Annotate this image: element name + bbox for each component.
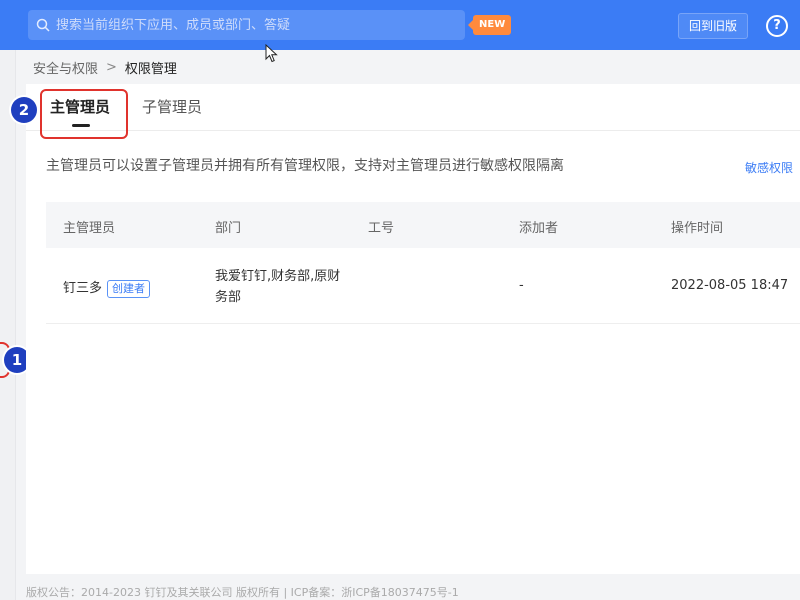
department-cell: 我爱钉钉,财务部,原财务部 — [215, 269, 341, 305]
tab-bar: 主管理员 子管理员 — [26, 84, 800, 139]
help-icon[interactable]: ? — [766, 15, 788, 37]
search-icon — [36, 18, 50, 32]
left-sidebar-edge — [0, 50, 16, 600]
breadcrumb: 安全与权限 > 权限管理 — [33, 58, 177, 77]
admin-name: 钉三多 — [63, 281, 103, 296]
main-panel: 主管理员 子管理员 主管理员可以设置子管理员并拥有所有管理权限，支持对主管理员进… — [26, 84, 800, 574]
admin-table: 主管理员 部门 工号 添加者 操作时间 钉三多 创建者 我爱钉钉,财务部,原财务部… — [46, 202, 800, 324]
time-cell: 2022-08-05 18:47 — [671, 278, 789, 293]
top-bar: NEW 回到旧版 ? — [0, 0, 800, 50]
table-header: 主管理员 部门 工号 添加者 操作时间 — [46, 202, 800, 248]
footer-copyright: 版权公告：2014-2023 钉钉及其关联公司 版权所有 | ICP备案：浙IC… — [26, 586, 459, 599]
highlight-box-2 — [40, 89, 128, 139]
search-input[interactable] — [56, 17, 436, 33]
column-header-employee-id: 工号 — [368, 221, 395, 236]
breadcrumb-separator: > — [106, 60, 117, 75]
added-by-cell: - — [519, 278, 524, 293]
column-header-admin: 主管理员 — [63, 221, 116, 236]
description-text: 主管理员可以设置子管理员并拥有所有管理权限，支持对主管理员进行敏感权限隔离 — [46, 158, 564, 174]
admin-name-cell: 钉三多 创建者 — [63, 277, 151, 298]
column-header-time: 操作时间 — [671, 221, 724, 236]
search-box[interactable] — [28, 10, 465, 40]
mouse-cursor-icon — [265, 44, 278, 63]
column-header-department: 部门 — [215, 221, 242, 236]
new-badge: NEW — [467, 15, 512, 35]
breadcrumb-parent[interactable]: 安全与权限 — [33, 58, 98, 77]
sensitive-permission-link[interactable]: 敏感权限 — [745, 159, 793, 176]
column-header-added-by: 添加者 — [519, 221, 559, 236]
creator-badge: 创建者 — [107, 279, 151, 298]
table-row: 钉三多 创建者 我爱钉钉,财务部,原财务部 - 2022-08-05 18:47 — [46, 248, 800, 324]
breadcrumb-current: 权限管理 — [124, 62, 177, 77]
old-version-button[interactable]: 回到旧版 — [678, 13, 748, 39]
step-marker-2: 2 — [11, 97, 37, 123]
tab-sub-admin[interactable]: 子管理员 — [142, 96, 202, 117]
